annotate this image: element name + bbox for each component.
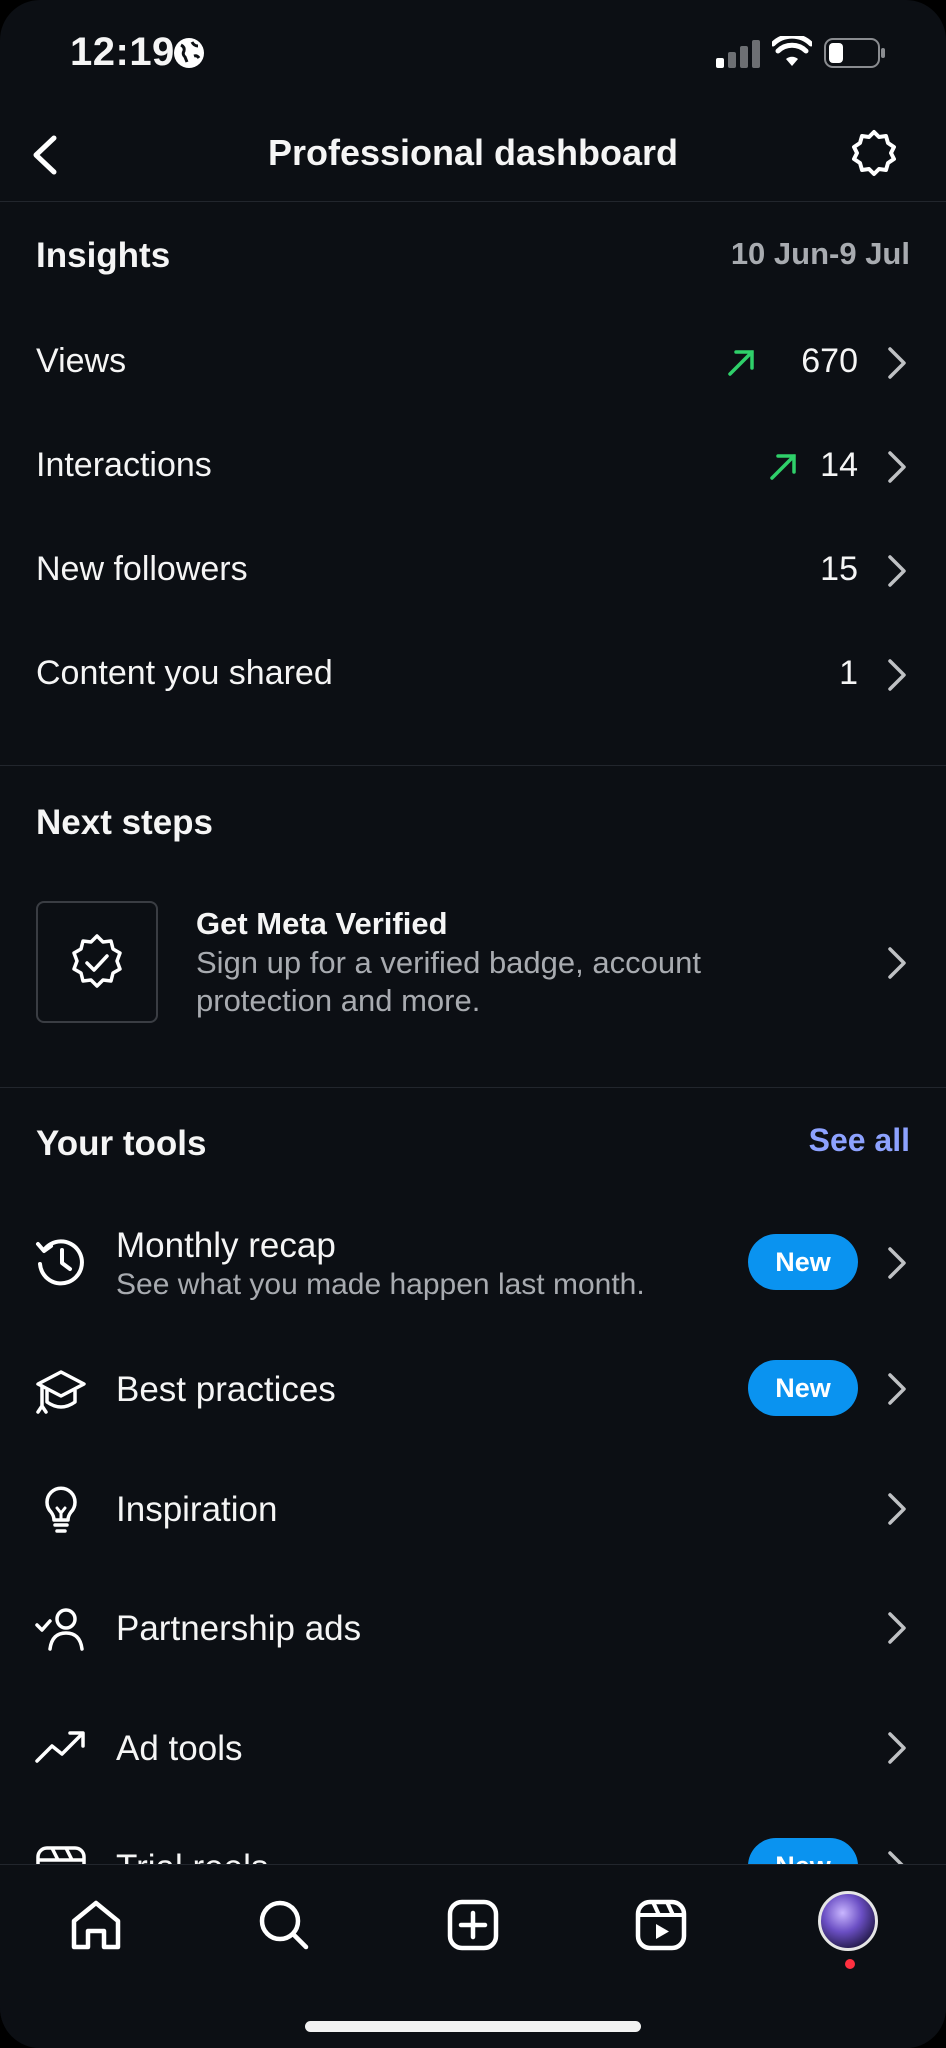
- insight-row-content-shared[interactable]: Content you shared 1: [0, 622, 946, 726]
- tool-best-practices[interactable]: Best practices New: [0, 1330, 946, 1450]
- status-bar: 12:19: [0, 0, 946, 110]
- chevron-right-icon: [888, 947, 906, 979]
- tool-inspiration[interactable]: Inspiration: [0, 1450, 946, 1570]
- meta-verified-title: Get Meta Verified: [196, 906, 448, 941]
- create-post-icon[interactable]: [443, 1895, 503, 1955]
- insight-value: 670: [801, 342, 858, 380]
- tool-label: Partnership ads: [116, 1609, 362, 1648]
- verified-badge-icon: [72, 934, 122, 988]
- your-tools-title: Your tools: [36, 1124, 207, 1163]
- tool-label: Inspiration: [116, 1490, 278, 1529]
- insight-value: 14: [820, 446, 858, 484]
- insight-row-interactions[interactable]: Interactions 14: [0, 414, 946, 518]
- wifi-icon: [772, 36, 812, 66]
- reels-icon[interactable]: [631, 1895, 691, 1955]
- battery-icon: [824, 38, 885, 68]
- status-time: 12:19: [70, 30, 175, 74]
- settings-gear-icon[interactable]: [846, 128, 902, 184]
- person-check-icon: [35, 1608, 84, 1651]
- chevron-right-icon: [888, 555, 906, 587]
- chevron-right-icon: [888, 1493, 906, 1525]
- trend-up-arrow-icon: [770, 454, 796, 480]
- insight-value: 15: [820, 550, 858, 588]
- insight-row-new-followers[interactable]: New followers 15: [0, 518, 946, 622]
- profile-avatar[interactable]: [818, 1891, 878, 1951]
- chevron-right-icon: [888, 1612, 906, 1644]
- tool-label: Monthly recap: [116, 1226, 336, 1265]
- insight-value: 1: [839, 654, 858, 692]
- meta-verified-subtitle: Sign up for a verified badge, account pr…: [196, 945, 701, 1018]
- insights-title: Insights: [36, 236, 171, 275]
- verified-badge-tile: [36, 901, 158, 1023]
- notification-dot: [845, 1959, 855, 1969]
- signal-icon: [716, 40, 760, 68]
- globe-icon: [174, 38, 204, 68]
- lightbulb-icon: [45, 1486, 77, 1533]
- tool-partnership-ads[interactable]: Partnership ads: [0, 1569, 946, 1689]
- tool-label: Ad tools: [116, 1729, 243, 1768]
- home-icon[interactable]: [66, 1895, 126, 1955]
- trending-up-icon: [35, 1731, 85, 1763]
- insight-row-views[interactable]: Views 670: [0, 310, 946, 414]
- tool-ad-tools[interactable]: Ad tools: [0, 1689, 946, 1809]
- chevron-right-icon: [888, 1247, 906, 1279]
- insight-label: Views: [36, 342, 127, 380]
- tool-subtitle: See what you made happen last month.: [116, 1268, 645, 1301]
- search-icon[interactable]: [254, 1895, 314, 1955]
- trend-up-arrow-icon: [728, 350, 754, 376]
- chevron-right-icon: [888, 1373, 906, 1405]
- insight-label: New followers: [36, 550, 248, 588]
- tool-monthly-recap[interactable]: Monthly recap See what you made happen l…: [0, 1204, 946, 1324]
- insight-label: Interactions: [36, 446, 212, 484]
- chevron-right-icon: [888, 1732, 906, 1764]
- top-bar: Professional dashboard: [0, 110, 946, 202]
- page-title: Professional dashboard: [267, 132, 679, 173]
- chevron-right-icon: [888, 659, 906, 691]
- chevron-right-icon: [888, 347, 906, 379]
- section-divider: [0, 765, 946, 766]
- new-badge: New: [748, 1360, 858, 1416]
- next-steps-title: Next steps: [36, 803, 214, 842]
- insight-label: Content you shared: [36, 654, 333, 692]
- chevron-right-icon: [888, 451, 906, 483]
- history-icon: [36, 1239, 84, 1286]
- home-indicator: [305, 2021, 641, 2032]
- see-all-link[interactable]: See all: [809, 1122, 910, 1159]
- bottom-nav: [0, 1864, 946, 2048]
- screen: 12:19 Professional dashboard Insights 10…: [0, 0, 946, 2048]
- tool-label: Best practices: [116, 1370, 336, 1409]
- graduation-cap-icon: [36, 1370, 86, 1414]
- date-range[interactable]: 10 Jun-9 Jul: [731, 236, 910, 272]
- new-badge: New: [748, 1234, 858, 1290]
- section-divider: [0, 1087, 946, 1088]
